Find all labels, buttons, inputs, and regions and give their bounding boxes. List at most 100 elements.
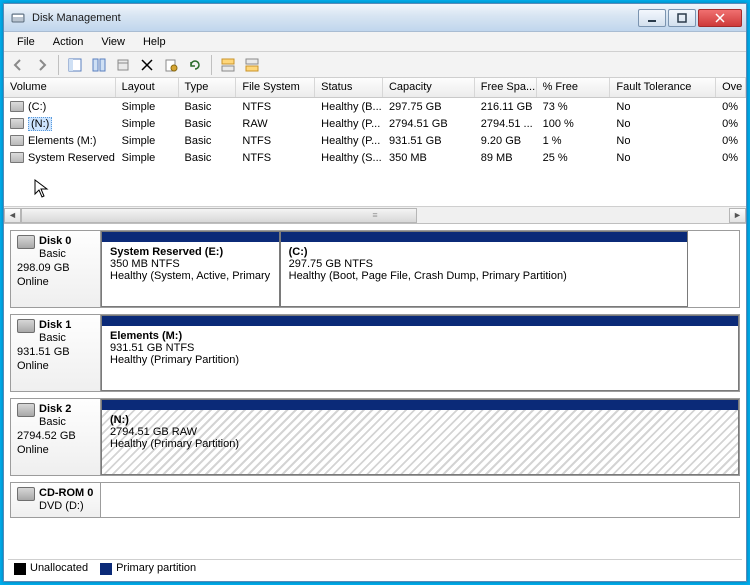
properties-icon[interactable] [161, 55, 181, 75]
disk-partitions: Elements (M:)931.51 GB NTFSHealthy (Prim… [101, 315, 739, 391]
minimize-button[interactable] [638, 9, 666, 27]
partition-header [102, 316, 738, 326]
cell-overhead: 0% [716, 151, 746, 165]
volume-row[interactable]: (N:)SimpleBasicRAWHealthy (P...2794.51 G… [4, 115, 746, 132]
disk-info[interactable]: Disk 0Basic298.09 GBOnline [11, 231, 101, 307]
scroll-right-icon[interactable]: ► [729, 208, 746, 223]
cell-free: 89 MB [475, 151, 537, 165]
legend-label: Primary partition [116, 562, 196, 574]
col-status[interactable]: Status [315, 78, 383, 97]
rescan-icon[interactable] [185, 55, 205, 75]
scroll-thumb[interactable] [21, 208, 417, 223]
cell-capacity: 350 MB [383, 151, 475, 165]
disk-type: Basic [17, 331, 94, 345]
disk-panel[interactable]: CD-ROM 0DVD (D:) [10, 482, 740, 518]
volume-list[interactable]: Volume Layout Type File System Status Ca… [4, 78, 746, 224]
close-button[interactable] [698, 9, 742, 27]
menu-file[interactable]: File [8, 34, 44, 50]
partition[interactable]: (N:)2794.51 GB RAWHealthy (Primary Parti… [101, 399, 739, 475]
disk-state: Online [17, 275, 94, 289]
disk-size: 2794.52 GB [17, 429, 94, 443]
forward-icon[interactable] [32, 55, 52, 75]
disk-size: 298.09 GB [17, 261, 94, 275]
scroll-left-icon[interactable]: ◄ [4, 208, 21, 223]
volume-name: Elements (M:) [28, 135, 96, 147]
col-pfree[interactable]: % Free [537, 78, 611, 97]
disk-partitions [101, 483, 739, 517]
disk-type: Basic [17, 247, 94, 261]
drive-icon [10, 135, 24, 146]
volume-list-header[interactable]: Volume Layout Type File System Status Ca… [4, 78, 746, 98]
disk-size: 931.51 GB [17, 345, 94, 359]
volume-name: System Reserved (... [28, 152, 116, 164]
col-overhead[interactable]: Ove [716, 78, 746, 97]
disk-panel[interactable]: Disk 0Basic298.09 GBOnlineSystem Reserve… [10, 230, 740, 308]
layout-bottom-icon[interactable] [242, 55, 262, 75]
col-filesystem[interactable]: File System [236, 78, 315, 97]
disk-partitions: System Reserved (E:)350 MB NTFSHealthy (… [101, 231, 739, 307]
partition-size: 350 MB NTFS [110, 258, 180, 270]
disk-panel[interactable]: Disk 1Basic931.51 GBOnlineElements (M:)9… [10, 314, 740, 392]
cell-free: 2794.51 ... [475, 117, 537, 131]
partition-title: (N:) [110, 414, 129, 426]
cell-fault: No [610, 117, 716, 131]
partition[interactable]: System Reserved (E:)350 MB NTFSHealthy (… [101, 231, 280, 307]
legend-swatch-unallocated [14, 563, 26, 575]
cell-fault: No [610, 100, 716, 114]
cell-status: Healthy (B... [315, 100, 383, 114]
cell-fs: NTFS [236, 151, 315, 165]
col-free[interactable]: Free Spa... [475, 78, 537, 97]
menu-action[interactable]: Action [44, 34, 93, 50]
col-capacity[interactable]: Capacity [383, 78, 475, 97]
partition-header [281, 232, 687, 242]
partition-header [102, 232, 279, 242]
layout-top-icon[interactable] [218, 55, 238, 75]
refresh-icon[interactable] [89, 55, 109, 75]
col-layout[interactable]: Layout [116, 78, 179, 97]
cell-fault: No [610, 134, 716, 148]
cell-overhead: 0% [716, 100, 746, 114]
cell-pfree: 1 % [537, 134, 611, 148]
volume-row[interactable]: (C:)SimpleBasicNTFSHealthy (B...297.75 G… [4, 98, 746, 115]
disk-info[interactable]: Disk 2Basic2794.52 GBOnline [11, 399, 101, 475]
cell-type: Basic [179, 151, 237, 165]
cell-fs: NTFS [236, 100, 315, 114]
menu-help[interactable]: Help [134, 34, 175, 50]
horizontal-scrollbar[interactable]: ◄ ≡ ► [4, 206, 746, 223]
delete-icon[interactable] [137, 55, 157, 75]
col-type[interactable]: Type [179, 78, 237, 97]
cell-layout: Simple [116, 134, 179, 148]
back-icon[interactable] [8, 55, 28, 75]
partition[interactable]: Elements (M:)931.51 GB NTFSHealthy (Prim… [101, 315, 739, 391]
disk-info[interactable]: CD-ROM 0DVD (D:) [11, 483, 101, 517]
window-title: Disk Management [32, 12, 638, 24]
legend: Unallocated Primary partition [8, 559, 742, 577]
partition-size: 931.51 GB NTFS [110, 342, 194, 354]
cell-pfree: 100 % [537, 117, 611, 131]
partition-title: System Reserved (E:) [110, 246, 223, 258]
col-fault[interactable]: Fault Tolerance [610, 78, 716, 97]
volume-name: (N:) [28, 117, 52, 131]
cell-capacity: 931.51 GB [383, 134, 475, 148]
cell-status: Healthy (P... [315, 117, 383, 131]
disk-panel[interactable]: Disk 2Basic2794.52 GBOnline(N:)2794.51 G… [10, 398, 740, 476]
partition-status: Healthy (Primary Partition) [110, 438, 239, 450]
volume-row[interactable]: Elements (M:)SimpleBasicNTFSHealthy (P..… [4, 132, 746, 149]
disk-graphical-view[interactable]: Disk 0Basic298.09 GBOnlineSystem Reserve… [4, 224, 746, 524]
cell-layout: Simple [116, 151, 179, 165]
volume-row[interactable]: System Reserved (...SimpleBasicNTFSHealt… [4, 149, 746, 166]
partition-header [102, 400, 738, 410]
menu-view[interactable]: View [92, 34, 134, 50]
console-tree-icon[interactable] [65, 55, 85, 75]
volume-list-empty-area[interactable] [4, 166, 746, 206]
disk-info[interactable]: Disk 1Basic931.51 GBOnline [11, 315, 101, 391]
maximize-button[interactable] [668, 9, 696, 27]
partition-size: 2794.51 GB RAW [110, 426, 197, 438]
settings-icon[interactable] [113, 55, 133, 75]
partition[interactable]: (C:)297.75 GB NTFSHealthy (Boot, Page Fi… [280, 231, 688, 307]
app-icon [10, 10, 26, 26]
legend-swatch-primary [100, 563, 112, 575]
col-volume[interactable]: Volume [4, 78, 116, 97]
titlebar[interactable]: Disk Management [4, 4, 746, 32]
disk-label: Disk 2 [39, 403, 71, 415]
